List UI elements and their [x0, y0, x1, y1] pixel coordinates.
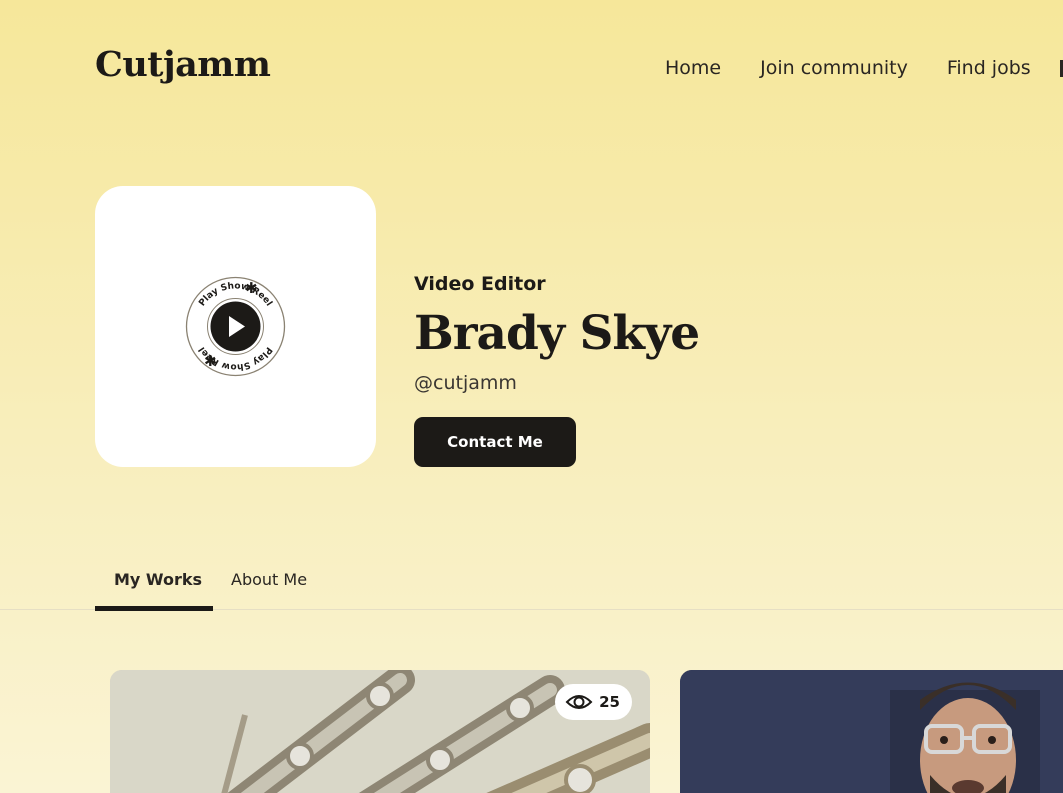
tab-about-me[interactable]: About Me: [231, 570, 307, 589]
work-card-man-portrait[interactable]: [680, 670, 1063, 793]
svg-text:✱: ✱: [204, 352, 217, 370]
eye-icon: [565, 695, 593, 709]
contact-me-button[interactable]: Contact Me: [414, 417, 576, 467]
top-nav: Home Join community Find jobs: [665, 57, 1031, 79]
showreel-card: Play Show Reel Play Show Reel ✱ ✱: [95, 186, 376, 467]
brand-logo[interactable]: Cutjamm: [95, 44, 271, 85]
profile-handle: @cutjamm: [414, 372, 517, 394]
tab-my-works[interactable]: My Works: [114, 570, 202, 589]
showreel-badge-icon: Play Show Reel Play Show Reel ✱ ✱: [185, 276, 286, 377]
nav-join-community-link[interactable]: Join community: [760, 57, 908, 79]
nav-home-link[interactable]: Home: [665, 57, 721, 79]
profile-role: Video Editor: [414, 273, 546, 295]
nav-find-jobs-link[interactable]: Find jobs: [947, 57, 1031, 79]
views-badge: 25: [555, 684, 632, 720]
views-count: 25: [599, 693, 620, 711]
active-tab-indicator: [95, 606, 213, 611]
man-with-glasses-image: [680, 670, 1063, 793]
work-card-robot-hand[interactable]: 25: [110, 670, 650, 793]
play-showreel-button[interactable]: Play Show Reel Play Show Reel ✱ ✱: [185, 276, 286, 377]
svg-text:✱: ✱: [245, 279, 258, 297]
profile-name: Brady Skye: [414, 306, 700, 361]
